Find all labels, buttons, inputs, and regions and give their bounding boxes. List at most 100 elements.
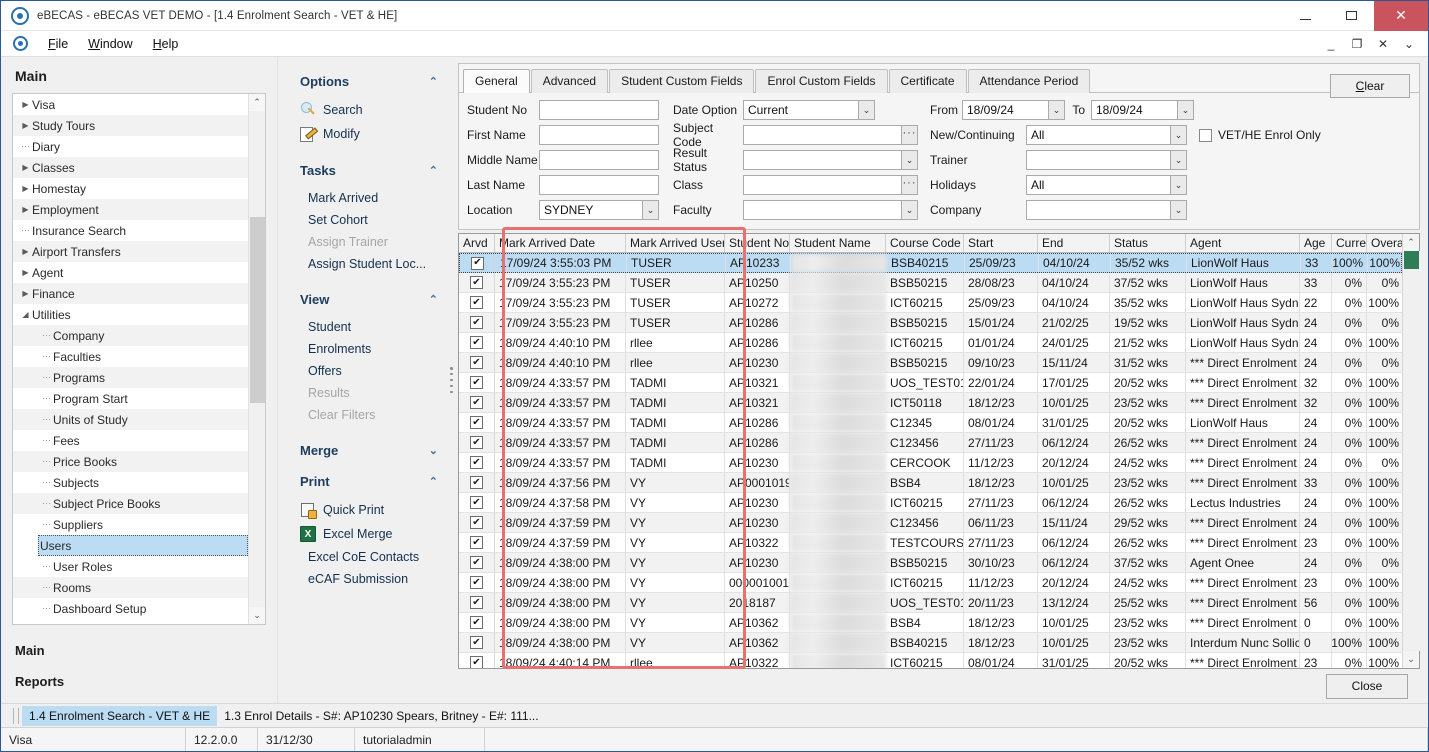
checkmark-icon[interactable]: ✔: [470, 276, 483, 289]
new-continuing-combo[interactable]: All ⌄: [1026, 125, 1187, 145]
section-header-options[interactable]: Options⌃: [278, 71, 456, 92]
chevron-up-icon[interactable]: ⌃: [429, 164, 438, 177]
tab-certificate[interactable]: Certificate: [889, 69, 967, 93]
sidebar-item-visa[interactable]: ▶Visa: [13, 94, 248, 115]
expand-collapse-icon-closed[interactable]: ▶: [19, 205, 32, 214]
tree-scroll-up-icon[interactable]: ⌃: [253, 94, 261, 111]
mdi-restore-button[interactable]: ❐: [1350, 37, 1364, 51]
table-row[interactable]: ✔17/09/24 3:55:23 PMTUSERAP10286BSB50215…: [459, 313, 1402, 333]
arrived-checkbox-cell[interactable]: ✔: [459, 353, 495, 372]
task-enrol-details[interactable]: 1.3 Enrol Details - S#: AP10230 Spears, …: [217, 706, 545, 726]
arrived-checkbox-cell[interactable]: ✔: [459, 633, 495, 652]
grid-column-header-arvd[interactable]: Arvd: [459, 234, 495, 252]
sidebar-item-rooms[interactable]: ⋯Rooms: [13, 577, 248, 598]
sidebar-item-subjects[interactable]: ⋯Subjects: [13, 472, 248, 493]
sidebar-item-price-books[interactable]: ⋯Price Books: [13, 451, 248, 472]
table-row[interactable]: ✔18/09/24 4:40:10 PMrlleeAP10286ICT60215…: [459, 333, 1402, 353]
checkmark-icon[interactable]: ✔: [470, 496, 483, 509]
option-set-cohort[interactable]: Set Cohort: [278, 209, 456, 231]
arrived-checkbox-cell[interactable]: ✔: [459, 433, 495, 452]
table-row[interactable]: ✔18/09/24 4:33:57 PMTADMIAP10286C1234508…: [459, 413, 1402, 433]
table-row[interactable]: ✔18/09/24 4:37:59 PMVYAP10230C12345606/1…: [459, 513, 1402, 533]
chevron-down-icon[interactable]: ⌄: [429, 444, 438, 457]
vet-he-enrol-only-checkbox[interactable]: [1199, 129, 1212, 142]
sidebar-item-faculties[interactable]: ⋯Faculties: [13, 346, 248, 367]
holidays-value[interactable]: All: [1026, 175, 1170, 195]
table-row[interactable]: ✔18/09/24 4:33:57 PMTADMIAP10321ICT50118…: [459, 393, 1402, 413]
table-row[interactable]: ✔18/09/24 4:38:00 PMVY2018187UOS_TEST012…: [459, 593, 1402, 613]
table-row[interactable]: ✔17/09/24 3:55:23 PMTUSERAP10250BSB50215…: [459, 273, 1402, 293]
mdi-close-button[interactable]: ✕: [1376, 37, 1390, 51]
sidebar-item-agent[interactable]: ▶Agent: [13, 262, 248, 283]
chevron-down-icon[interactable]: ⌄: [858, 100, 875, 120]
tree-scroll-down-icon[interactable]: ⌄: [253, 607, 261, 624]
table-row[interactable]: ✔17/09/24 3:55:23 PMTUSERAP10272ICT60215…: [459, 293, 1402, 313]
checkmark-icon[interactable]: ✔: [470, 596, 483, 609]
grid-scroll-down-icon[interactable]: ⌄: [1407, 651, 1415, 668]
option-modify[interactable]: Modify: [278, 122, 456, 146]
mdi-dropdown-icon[interactable]: ⌄: [1402, 37, 1416, 51]
trainer-value[interactable]: [1026, 150, 1170, 170]
table-row[interactable]: ✔18/09/24 4:38:00 PMVYAP10230BSB5021530/…: [459, 553, 1402, 573]
ellipsis-icon[interactable]: ···: [901, 175, 918, 195]
grid-vertical-scrollbar[interactable]: ⌃ ⌄: [1402, 234, 1419, 668]
checkmark-icon[interactable]: ✔: [470, 436, 483, 449]
faculty-value[interactable]: [743, 200, 901, 220]
chevron-down-icon[interactable]: ⌄: [901, 200, 918, 220]
tree-scroll-track[interactable]: [249, 111, 266, 607]
sidebar-item-user-roles[interactable]: ⋯User Roles: [13, 556, 248, 577]
arrived-checkbox-cell[interactable]: ✔: [459, 313, 495, 332]
expand-collapse-icon-open[interactable]: ◢: [19, 310, 32, 319]
section-header-print[interactable]: Print⌃: [278, 471, 456, 492]
menu-item-file[interactable]: File: [38, 35, 78, 53]
sidebar-item-utilities[interactable]: ◢Utilities: [13, 304, 248, 325]
checkmark-icon[interactable]: ✔: [470, 376, 483, 389]
section-header-view[interactable]: View⌃: [278, 289, 456, 310]
chevron-down-icon[interactable]: ⌄: [1170, 175, 1187, 195]
option-mark-arrived[interactable]: Mark Arrived: [278, 187, 456, 209]
chevron-down-icon[interactable]: ⌄: [1170, 200, 1187, 220]
sidebar-item-insurance-search[interactable]: ⋯Insurance Search: [13, 220, 248, 241]
arrived-checkbox-cell[interactable]: ✔: [459, 373, 495, 392]
table-row[interactable]: ✔18/09/24 4:38:00 PMVY0000010016ICT60215…: [459, 573, 1402, 593]
grid-column-header-date[interactable]: Mark Arrived Date: [495, 234, 626, 252]
option-student[interactable]: Student: [278, 316, 456, 338]
arrived-checkbox-cell[interactable]: ✔: [459, 393, 495, 412]
middle-name-input[interactable]: [539, 150, 659, 170]
grid-column-header-status[interactable]: Status: [1110, 234, 1186, 252]
table-row[interactable]: ✔18/09/24 4:40:14 PMrlleeAP10322ICT60215…: [459, 653, 1402, 668]
checkmark-icon[interactable]: ✔: [470, 616, 483, 629]
arrived-checkbox-cell[interactable]: ✔: [459, 553, 495, 572]
grid-column-header-start[interactable]: Start: [964, 234, 1038, 252]
section-header-merge[interactable]: Merge⌄: [278, 440, 456, 461]
checkmark-icon[interactable]: ✔: [470, 556, 483, 569]
grid-column-header-studno[interactable]: Student No: [725, 234, 790, 252]
sidebar-item-users[interactable]: Users: [38, 535, 248, 556]
expand-collapse-icon-closed[interactable]: ▶: [19, 289, 32, 298]
grid-column-header-age[interactable]: Age: [1300, 234, 1332, 252]
checkmark-icon[interactable]: ✔: [470, 636, 483, 649]
checkmark-icon[interactable]: ✔: [470, 416, 483, 429]
sidebar-item-programs[interactable]: ⋯Programs: [13, 367, 248, 388]
chevron-up-icon[interactable]: ⌃: [429, 475, 438, 488]
expand-collapse-icon-closed[interactable]: ▶: [19, 184, 32, 193]
date-to-combo[interactable]: 18/09/24 ⌄: [1091, 100, 1194, 120]
sidebar-footer-main[interactable]: Main: [15, 635, 277, 666]
tab-enrol-custom-fields[interactable]: Enrol Custom Fields: [755, 69, 887, 93]
checkmark-icon[interactable]: ✔: [470, 316, 483, 329]
grid-column-header-course[interactable]: Course Code: [886, 234, 964, 252]
location-value[interactable]: SYDNEY: [539, 200, 642, 220]
clear-button[interactable]: Clear: [1330, 74, 1410, 98]
window-close-button[interactable]: ✕: [1374, 1, 1428, 31]
table-row[interactable]: ✔18/09/24 4:38:00 PMVYAP10362BSB4021518/…: [459, 633, 1402, 653]
menu-item-help[interactable]: Help: [143, 35, 189, 53]
arrived-checkbox-cell[interactable]: ✔: [459, 573, 495, 592]
grid-column-header-overall[interactable]: Overal: [1367, 234, 1402, 252]
table-row[interactable]: ✔18/09/24 4:37:56 PMVYAP00010198BSB418/1…: [459, 473, 1402, 493]
sidebar-item-fees[interactable]: ⋯Fees: [13, 430, 248, 451]
arrived-checkbox-cell[interactable]: ✔: [459, 653, 495, 668]
option-enrolments[interactable]: Enrolments: [278, 338, 456, 360]
tree-scrollbar[interactable]: ⌃ ⌄: [248, 94, 265, 624]
sidebar-item-airport-transfers[interactable]: ▶Airport Transfers: [13, 241, 248, 262]
window-maximize-button[interactable]: [1328, 1, 1374, 31]
